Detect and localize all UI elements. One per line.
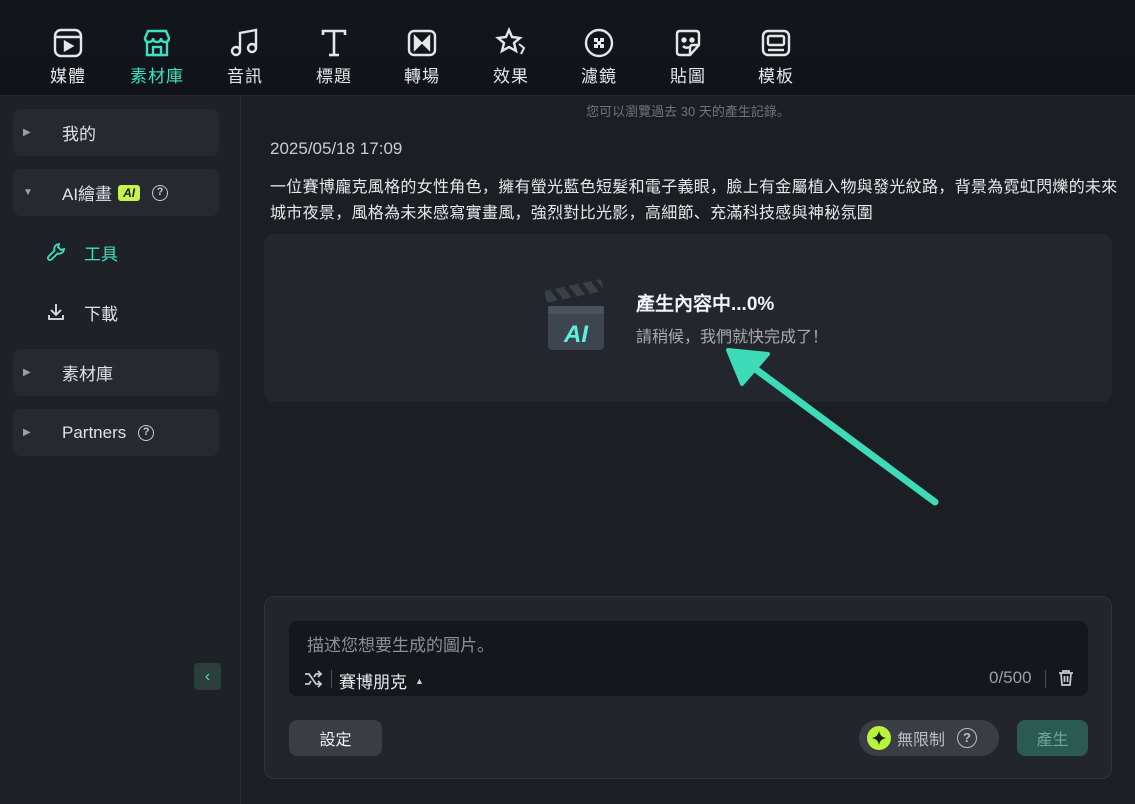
generation-prompt: 一位賽博龐克風格的女性角色，擁有螢光藍色短髮和電子義眼，臉上有金屬植入物與發光紋… xyxy=(270,179,1118,222)
style-selector-value: 賽博朋克 xyxy=(339,673,407,692)
tab-label: 音訊 xyxy=(227,67,263,86)
store-icon xyxy=(143,29,171,57)
help-icon[interactable]: ? xyxy=(152,184,169,201)
tab-label: 轉場 xyxy=(404,67,440,86)
tab-label: 貼圖 xyxy=(670,67,706,86)
caret-right-icon: ▶ xyxy=(23,427,31,438)
clapper-ai-text: AI xyxy=(563,321,589,348)
caret-right-icon: ▶ xyxy=(23,127,31,138)
transition-icon xyxy=(407,29,437,57)
generation-progress-card: AI 產生內容中...0% 請稍候，我們就快完成了！ xyxy=(264,234,1112,402)
caret-up-icon: ▲ xyxy=(415,675,424,686)
tab-label: 濾鏡 xyxy=(581,67,617,86)
sidebar-group-my[interactable]: ▶ 我的 xyxy=(13,109,219,156)
caret-down-icon: ▼ xyxy=(23,187,33,198)
text-t-icon xyxy=(321,29,347,57)
sidebar-group-label: Partners xyxy=(62,422,127,442)
prompt-input[interactable] xyxy=(307,631,1067,659)
tab-media[interactable]: 媒體 xyxy=(28,26,108,90)
tab-library[interactable]: 素材庫 xyxy=(117,26,197,90)
collapse-sidebar-button[interactable]: ‹ xyxy=(194,663,221,690)
character-counter: 0/500 xyxy=(989,668,1032,687)
sparkle-icon xyxy=(867,726,891,750)
divider xyxy=(1045,670,1046,688)
unlimited-label: 無限制 xyxy=(897,732,946,749)
tab-effects[interactable]: 效果 xyxy=(471,26,551,90)
sidebar: ▶ 我的 ▼ AI繪畫 AI ? 工具 下載 ▶ 素材庫 ▶ Partners … xyxy=(0,97,241,804)
media-icon xyxy=(53,28,83,58)
tab-label: 模板 xyxy=(758,67,794,86)
top-toolbar: 媒體 素材庫 音訊 標題 轉場 效果 濾鏡 貼圖 模板 xyxy=(0,0,1135,96)
annotation-arrow-icon xyxy=(726,348,939,506)
music-note-icon xyxy=(230,28,258,57)
sidebar-group-label: 素材庫 xyxy=(62,365,113,384)
tab-templates[interactable]: 模板 xyxy=(736,26,816,90)
tab-titles[interactable]: 標題 xyxy=(294,26,374,90)
history-hint: 您可以瀏覽過去 30 天的產生記錄。 xyxy=(586,104,790,119)
tab-label: 效果 xyxy=(493,67,529,86)
generation-status-title: 產生內容中...0% xyxy=(636,294,775,315)
style-selector[interactable]: 賽博朋克 ▲ xyxy=(339,668,424,693)
unlimited-credits-pill[interactable]: 無限制 ? xyxy=(859,720,999,756)
tab-transitions[interactable]: 轉場 xyxy=(382,26,462,90)
tab-label: 素材庫 xyxy=(130,67,184,86)
sidebar-group-library[interactable]: ▶ 素材庫 xyxy=(13,349,219,396)
prompt-input-panel: 賽博朋克 ▲ 0/500 設定 無限制 ? 產生 xyxy=(264,596,1112,779)
trash-icon[interactable] xyxy=(1057,669,1075,687)
sidebar-item-label: 下載 xyxy=(84,304,118,324)
caret-right-icon: ▶ xyxy=(23,367,31,378)
generate-button[interactable]: 產生 xyxy=(1017,720,1088,756)
download-icon xyxy=(48,304,64,320)
tab-label: 標題 xyxy=(316,67,352,86)
chevron-left-icon: ‹ xyxy=(204,667,211,685)
ai-badge: AI xyxy=(118,184,141,201)
divider xyxy=(331,670,332,688)
settings-button[interactable]: 設定 xyxy=(289,720,382,756)
sidebar-item-download[interactable]: 下載 xyxy=(46,297,118,327)
sidebar-group-partners[interactable]: ▶ Partners ? xyxy=(13,409,219,456)
wrench-icon xyxy=(47,243,65,261)
template-icon xyxy=(761,29,791,57)
sticker-icon xyxy=(675,29,701,57)
sidebar-item-tools[interactable]: 工具 xyxy=(46,237,118,267)
shuffle-icon[interactable] xyxy=(303,669,323,689)
help-icon[interactable]: ? xyxy=(957,728,978,748)
sidebar-group-label: AI繪畫 xyxy=(62,185,113,204)
tab-audio[interactable]: 音訊 xyxy=(205,26,285,90)
effects-star-icon xyxy=(495,26,526,55)
generation-timestamp: 2025/05/18 17:09 xyxy=(270,139,403,158)
tab-filters[interactable]: 濾鏡 xyxy=(559,26,639,90)
filter-icon xyxy=(584,28,614,58)
ai-clapperboard-icon: AI xyxy=(544,279,604,350)
tab-stickers[interactable]: 貼圖 xyxy=(648,26,728,90)
sidebar-group-label: 我的 xyxy=(62,125,96,144)
sidebar-item-label: 工具 xyxy=(84,244,118,264)
prompt-input-box: 賽博朋克 ▲ 0/500 xyxy=(289,621,1088,696)
tab-label: 媒體 xyxy=(50,67,86,86)
sidebar-group-ai-paint[interactable]: ▼ AI繪畫 AI ? xyxy=(13,169,219,216)
help-icon[interactable]: ? xyxy=(138,424,155,441)
